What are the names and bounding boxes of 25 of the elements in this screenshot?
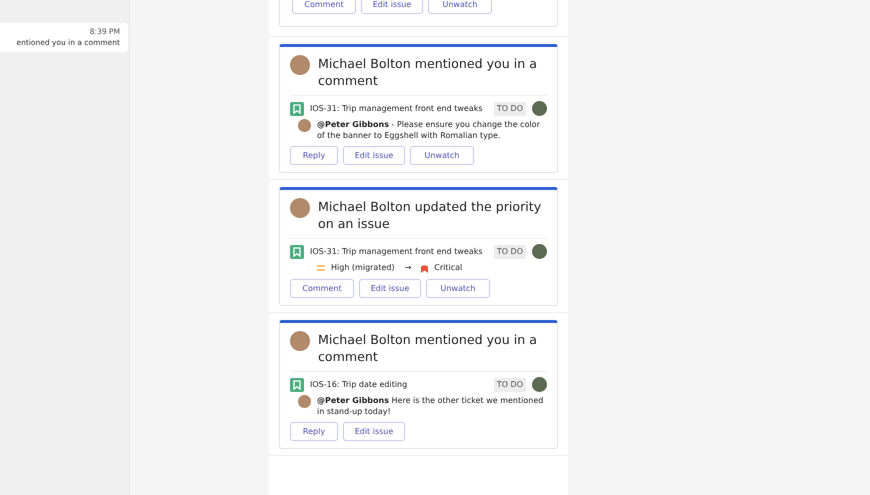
action-button[interactable]: Edit issue [343, 146, 405, 165]
action-button[interactable]: Unwatch [410, 146, 474, 165]
action-button[interactable]: Reply [290, 146, 338, 165]
action-button[interactable]: Unwatch [428, 0, 492, 14]
issue-title[interactable]: IOS-31: Trip management front end tweaks [310, 246, 488, 258]
issue-title[interactable]: IOS-31: Trip management front end tweaks [310, 102, 488, 114]
arrow-symbol: → [404, 262, 412, 274]
notification-title: Michael Bolton mentioned you in a comment [318, 55, 538, 89]
comment-text: @Peter Gibbons Here is the other ticket we mentioned in stand-up today! [317, 395, 544, 417]
action-button[interactable]: Comment [292, 0, 356, 14]
action-button[interactable]: Reply [290, 422, 338, 441]
action-button[interactable]: Edit issue [359, 279, 421, 298]
new-priority: Critical [434, 262, 462, 274]
action-button[interactable]: Comment [290, 279, 354, 298]
status-badge: TO DO [494, 378, 526, 392]
status-badge: TO DO [494, 244, 526, 258]
status-badge: TO DO [494, 102, 526, 116]
action-button[interactable]: Edit issue [343, 422, 405, 441]
old-priority: High (migrated) [331, 262, 395, 274]
issue-title[interactable]: IOS-16: Trip date editing [310, 378, 488, 390]
notification-title: Michael Bolton updated the priority on an issue [318, 198, 542, 232]
action-button[interactable]: Unwatch [426, 279, 490, 298]
action-button[interactable]: Edit issue [361, 0, 423, 14]
notification-title: Michael Bolton mentioned you in a comment [318, 331, 538, 365]
comment-text: @Peter Gibbons - Please ensure you change the color of the banner to Eggshell with Romalian type. [317, 119, 541, 141]
